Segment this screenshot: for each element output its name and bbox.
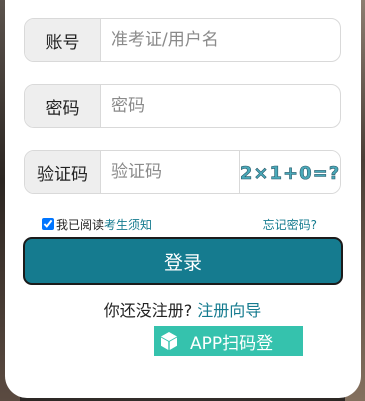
agreement: 我已阅读 考生须知 [42, 215, 152, 233]
password-label: 密码 [25, 85, 101, 127]
register-prompt: 你还没注册? [103, 301, 193, 320]
captcha-image[interactable]: 2×1+0=? [239, 151, 340, 193]
notice-link[interactable]: 考生须知 [104, 216, 152, 233]
captcha-field-row: 验证码 2×1+0=? [24, 150, 341, 194]
captcha-text: 2×1+0=? [240, 163, 340, 184]
svg-text:2×1+0=?: 2×1+0=? [240, 163, 340, 184]
cube-icon [154, 326, 184, 356]
forgot-password-link[interactable]: 忘记密码? [263, 216, 317, 233]
register-line: 你还没注册? 注册向导 [0, 297, 365, 321]
agreement-prefix: 我已阅读 [56, 217, 105, 232]
app-scan-login-button[interactable]: APP扫码登 [154, 326, 303, 356]
captcha-label: 验证码 [25, 151, 101, 193]
account-label: 账号 [25, 19, 101, 61]
account-field-row: 账号 [24, 18, 341, 62]
agreement-checkbox[interactable] [42, 218, 54, 230]
captcha-input[interactable] [101, 151, 239, 193]
register-guide-link[interactable]: 注册向导 [197, 301, 261, 320]
password-field-row: 密码 [24, 84, 341, 128]
captcha-graphic: 2×1+0=? [240, 163, 340, 185]
app-scan-login-label: APP扫码登 [190, 333, 274, 354]
password-input[interactable] [101, 85, 340, 127]
login-button[interactable]: 登录 [23, 237, 343, 285]
account-input[interactable] [101, 19, 340, 61]
